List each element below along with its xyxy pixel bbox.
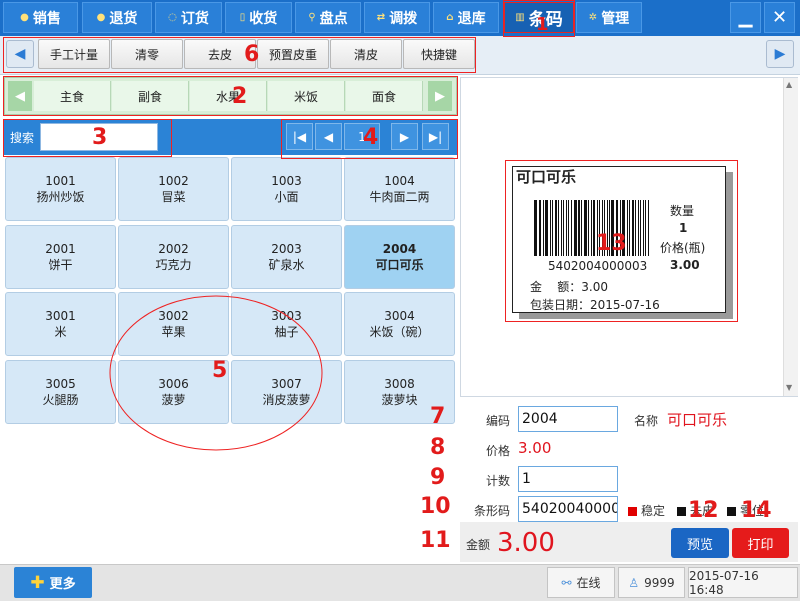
- zero-light-icon: [727, 507, 736, 516]
- annotation-3: 3: [92, 125, 108, 150]
- inventory-icon: ⚲: [308, 12, 316, 23]
- nav-manage-button[interactable]: ✲ 管理: [576, 2, 642, 33]
- scroll-down-icon: ▼: [786, 383, 793, 392]
- nav-order-button[interactable]: ◌ 订货: [155, 2, 222, 33]
- price-value: 3.00: [518, 439, 552, 457]
- code-label: 编码: [486, 414, 511, 428]
- product-tile[interactable]: 3004 米饭（碗）: [344, 292, 455, 356]
- annotation-4: 4: [363, 125, 379, 150]
- triangle-right-icon: ▶: [774, 46, 786, 62]
- annotation-box-2: [3, 76, 458, 116]
- return-stock-icon: ⌂: [446, 12, 454, 23]
- name-value: 可口可乐: [667, 411, 728, 429]
- annotation-6: 6: [244, 42, 260, 67]
- nav-return-button[interactable]: ● 退货: [82, 2, 152, 33]
- minimize-icon: ▁: [738, 7, 753, 28]
- nav-receive-button[interactable]: ▯ 收货: [225, 2, 292, 33]
- user-icon: ♙: [628, 575, 640, 590]
- scroll-up-icon: ▲: [786, 80, 793, 89]
- datetime-status: 2015-07-16 16:48: [688, 567, 798, 598]
- product-tile[interactable]: 3001 米: [5, 292, 116, 356]
- annotation-13: 13: [596, 231, 627, 256]
- product-tile[interactable]: 2003 矿泉水: [231, 225, 342, 289]
- minimize-button[interactable]: ▁: [730, 2, 761, 33]
- product-tile[interactable]: 1003 小面: [231, 157, 342, 221]
- product-tile-selected[interactable]: 2004 可口可乐: [344, 225, 455, 289]
- product-tile[interactable]: 2002 巧克力: [118, 225, 229, 289]
- order-icon: ◌: [168, 12, 177, 23]
- stable-light-icon: [628, 507, 637, 516]
- gear-icon: ✲: [588, 12, 598, 23]
- preview-scrollbar[interactable]: ▲ ▼: [783, 78, 798, 396]
- plus-icon: ✚: [30, 572, 45, 593]
- nav-return-stock-button[interactable]: ⌂ 退库: [433, 2, 499, 33]
- nav-transfer-button[interactable]: ⇄ 调拨: [364, 2, 430, 33]
- product-tile[interactable]: 3005 火腿肠: [5, 360, 116, 424]
- count-label: 计数: [486, 474, 511, 488]
- annotation-7: 7: [430, 404, 446, 429]
- stable-indicator: 稳定: [628, 502, 665, 519]
- product-tile[interactable]: 1002 冒菜: [118, 157, 229, 221]
- more-button[interactable]: ✚ 更多: [14, 567, 92, 598]
- barcode-field[interactable]: 5402004000003: [518, 496, 618, 522]
- annotation-11: 11: [420, 528, 451, 553]
- print-button[interactable]: 打印: [732, 528, 789, 558]
- annotation-14: 14: [741, 498, 772, 523]
- barcode-label: 条形码: [474, 504, 511, 518]
- link-icon: ⚯: [561, 575, 572, 590]
- online-status: ⚯ 在线: [547, 567, 615, 598]
- code-field[interactable]: 2004: [518, 406, 618, 432]
- nav-sales-button[interactable]: ● 销售: [3, 2, 78, 33]
- status-bar: ✚ 更多 ⚯ 在线 ♙ 9999 2015-07-16 16:48: [0, 564, 800, 601]
- transfer-icon: ⇄: [376, 12, 386, 23]
- sales-icon: ●: [20, 12, 29, 23]
- annotation-9: 9: [430, 465, 446, 490]
- annotation-10: 10: [420, 494, 451, 519]
- name-label: 名称: [634, 414, 659, 428]
- close-button[interactable]: ✕: [764, 2, 795, 33]
- tare-light-icon: [677, 507, 686, 516]
- annotation-1: 1: [536, 14, 549, 35]
- receive-icon: ▯: [239, 12, 246, 23]
- product-tile[interactable]: 2001 饼干: [5, 225, 116, 289]
- annotation-2: 2: [232, 84, 248, 109]
- amount-label: 金额: [466, 538, 491, 552]
- product-tile[interactable]: 1001 扬州炒饭: [5, 157, 116, 221]
- annotation-box-3: [3, 119, 172, 157]
- amount-value: 3.00: [497, 528, 555, 558]
- count-field[interactable]: 1: [518, 466, 618, 492]
- annotation-box-6: [3, 37, 476, 73]
- toolbar-scroll-right-button[interactable]: ▶: [766, 40, 794, 68]
- annotation-8: 8: [430, 435, 446, 460]
- annotation-5: 5: [212, 358, 228, 383]
- top-nav-bar: ● 销售 ● 退货 ◌ 订货 ▯ 收货 ⚲ 盘点 ⇄ 调拨 ⌂ 退库 ▥ 条码 ✲ 管理 ▁ ✕: [0, 0, 800, 36]
- close-icon: ✕: [771, 7, 788, 28]
- user-status: ♙ 9999: [618, 567, 685, 598]
- product-tile[interactable]: 1004 牛肉面二两: [344, 157, 455, 221]
- price-label: 价格: [486, 444, 511, 458]
- annotation-12: 12: [688, 498, 719, 523]
- preview-button[interactable]: 预览: [671, 528, 729, 558]
- return-icon: ●: [96, 12, 106, 23]
- nav-inventory-button[interactable]: ⚲ 盘点: [295, 2, 361, 33]
